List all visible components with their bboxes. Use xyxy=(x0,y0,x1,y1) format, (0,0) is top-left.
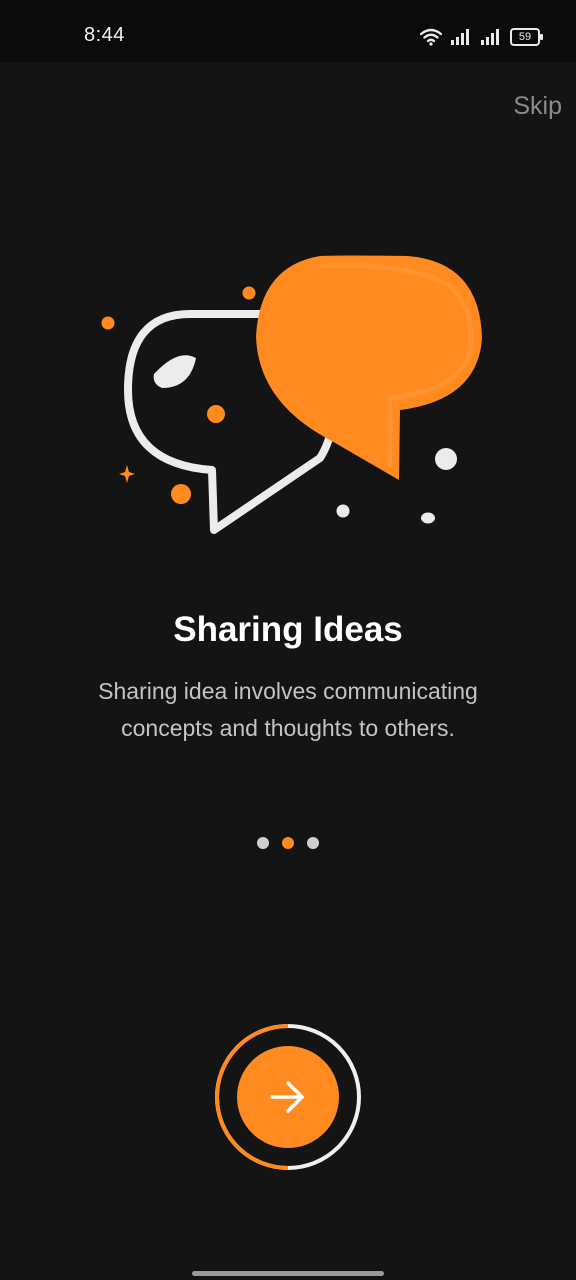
orange-speech-bubble xyxy=(256,255,482,480)
skip-button[interactable]: Skip xyxy=(513,92,562,121)
decor-dot xyxy=(421,512,435,524)
page-dot-2-active[interactable] xyxy=(282,837,294,849)
decor-dot xyxy=(435,448,457,470)
wifi-icon xyxy=(420,28,442,46)
decor-dot xyxy=(207,405,225,423)
next-button-wrap xyxy=(213,1024,363,1170)
onboarding-description: Sharing idea involves communicating conc… xyxy=(98,678,478,741)
decor-dot xyxy=(336,504,350,518)
decor-dot xyxy=(242,286,256,300)
status-icons: 59 xyxy=(420,24,543,50)
decor-dot xyxy=(101,316,115,330)
home-indicator[interactable] xyxy=(192,1271,384,1276)
status-bar: 8:44 59 xyxy=(0,0,576,62)
battery-level: 59 xyxy=(518,30,532,43)
signal-icon xyxy=(481,29,499,45)
battery-icon: 59 xyxy=(510,28,543,46)
next-button[interactable] xyxy=(237,1046,339,1148)
page-dot-1[interactable] xyxy=(257,837,269,849)
signal-icon xyxy=(451,29,469,45)
status-time: 8:44 xyxy=(84,24,125,46)
leaf-icon xyxy=(153,355,196,388)
decor-dot xyxy=(171,484,191,504)
chat-bubbles-illustration xyxy=(101,255,482,534)
sparkle-icon xyxy=(119,465,135,483)
page-indicator xyxy=(0,837,576,849)
page-dot-3[interactable] xyxy=(307,837,319,849)
onboarding-title: Sharing Ideas xyxy=(173,610,403,649)
arrow-right-icon xyxy=(270,1081,304,1113)
